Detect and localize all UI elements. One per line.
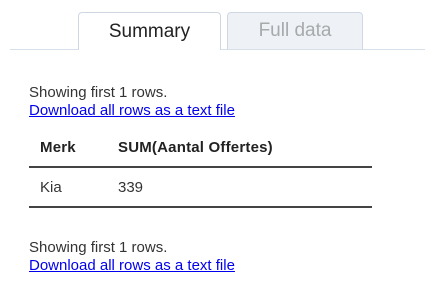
bottom-results-info: Showing first 1 rows. Download all rows … [29, 239, 235, 275]
table-cell-sum: 339 [107, 167, 372, 208]
results-table: Merk SUM(Aantal Offertes) Kia 339 [29, 130, 372, 208]
table-cell-merk: Kia [29, 167, 107, 208]
top-results-info: Showing first 1 rows. Download all rows … [29, 84, 235, 120]
showing-rows-text-bottom: Showing first 1 rows. [29, 239, 168, 256]
column-header-merk[interactable]: Merk [29, 130, 107, 168]
download-all-rows-link[interactable]: Download all rows as a text file [29, 102, 235, 119]
tab-full-data[interactable]: Full data [227, 12, 363, 49]
table-header-row: Merk SUM(Aantal Offertes) [29, 130, 372, 168]
download-all-rows-link-bottom[interactable]: Download all rows as a text file [29, 257, 235, 274]
table-row: Kia 339 [29, 167, 372, 208]
column-header-sum-aantal-offertes[interactable]: SUM(Aantal Offertes) [107, 130, 372, 168]
tab-summary-label: Summary [108, 20, 191, 42]
showing-rows-text: Showing first 1 rows. [29, 84, 168, 101]
tab-summary[interactable]: Summary [78, 12, 221, 50]
tab-full-data-label: Full data [258, 20, 332, 41]
